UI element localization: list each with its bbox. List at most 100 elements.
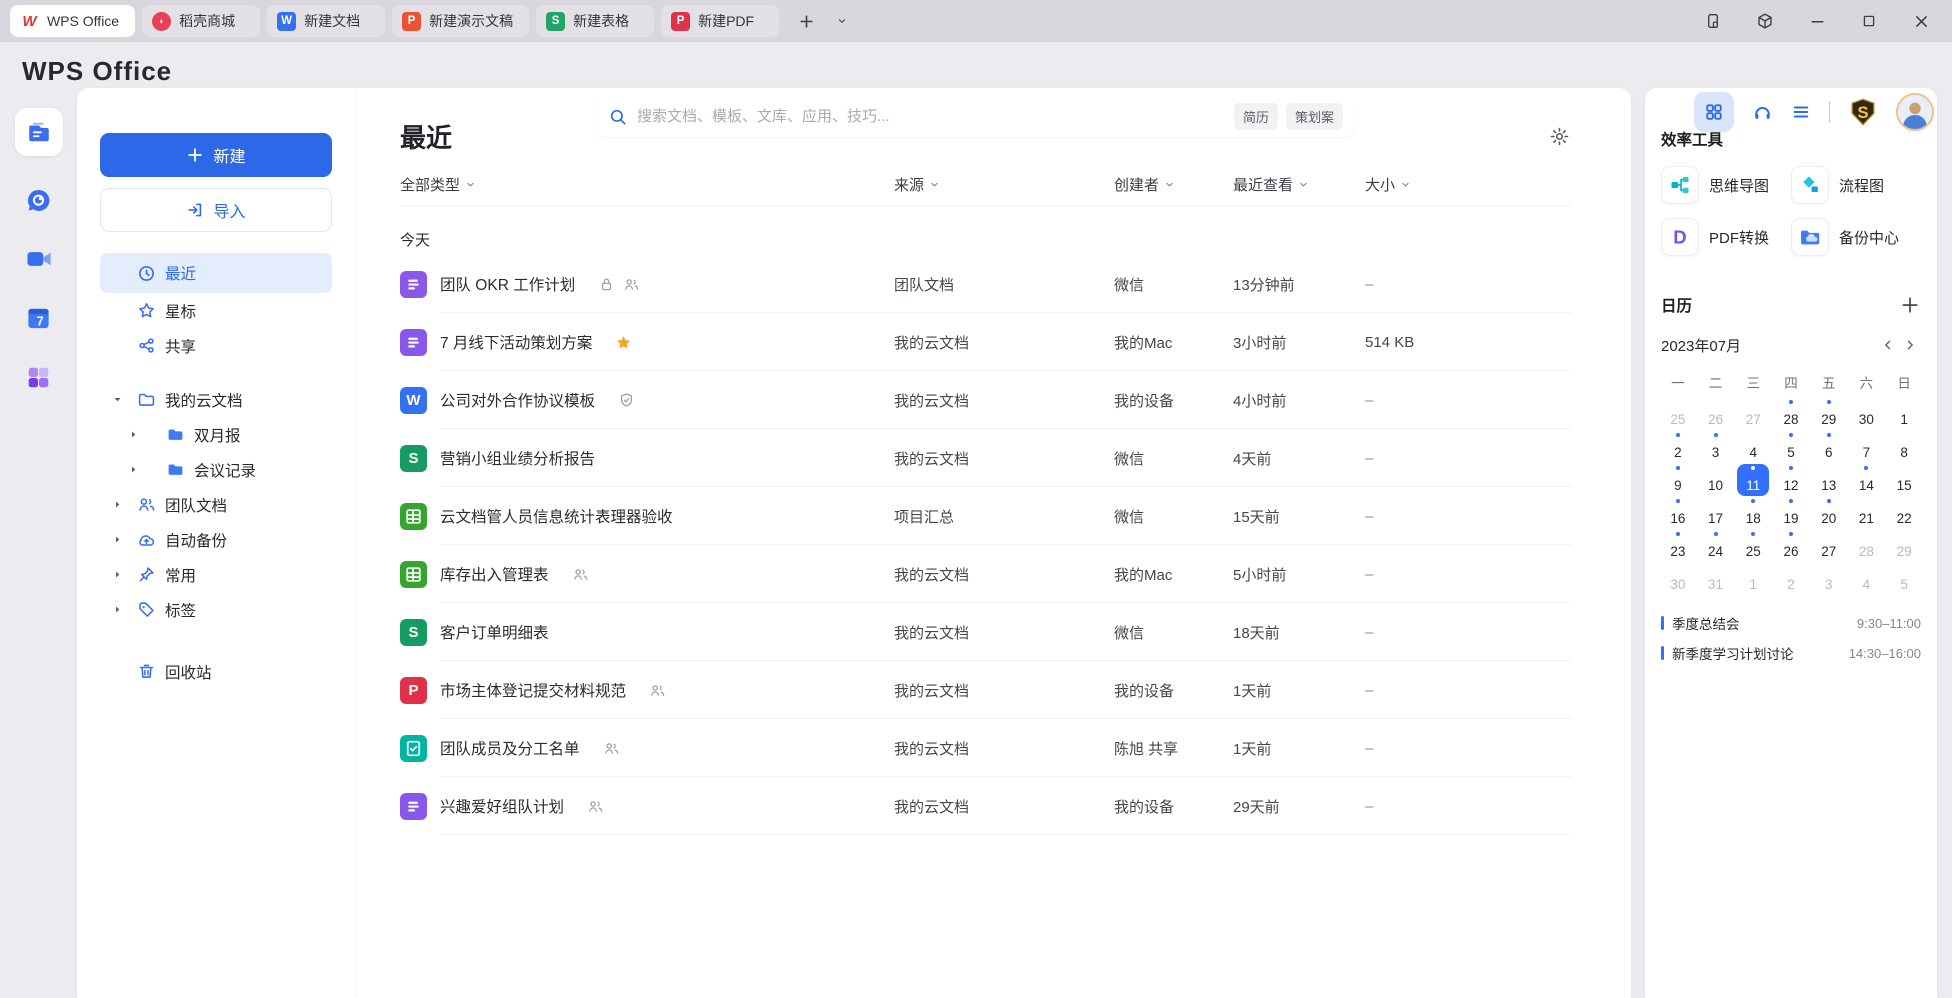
calendar-day[interactable]: 29 bbox=[1810, 398, 1848, 430]
calendar-prev-icon[interactable] bbox=[1877, 334, 1899, 356]
tab-document[interactable]: S新建表格 bbox=[536, 5, 654, 37]
caret-right-icon[interactable] bbox=[112, 569, 136, 580]
calendar-day[interactable]: 4 bbox=[1848, 563, 1886, 595]
filter-0[interactable]: 全部类型 bbox=[400, 174, 894, 195]
filter-1[interactable]: 来源 bbox=[894, 174, 1114, 195]
minimize-icon[interactable] bbox=[1804, 8, 1830, 34]
calendar-day[interactable]: 29 bbox=[1885, 530, 1923, 562]
main-menu-icon[interactable] bbox=[1791, 102, 1811, 122]
calendar-day[interactable]: 14 bbox=[1848, 464, 1886, 496]
caret-down-icon[interactable] bbox=[112, 394, 136, 405]
support-headset-icon[interactable] bbox=[1752, 102, 1773, 123]
calendar-day[interactable]: 18 bbox=[1734, 497, 1772, 529]
calendar-day[interactable]: 1 bbox=[1885, 398, 1923, 430]
calendar-day[interactable]: 28 bbox=[1848, 530, 1886, 562]
calendar-day[interactable]: 30 bbox=[1659, 563, 1697, 595]
calendar-day[interactable]: 13 bbox=[1810, 464, 1848, 496]
filter-2[interactable]: 创建者 bbox=[1114, 174, 1233, 195]
sidebar-item-我的云文档[interactable]: 我的云文档 bbox=[100, 382, 332, 417]
sidebar-item-团队文档[interactable]: 团队文档 bbox=[100, 487, 332, 522]
sidebar-item-回收站[interactable]: 回收站 bbox=[100, 654, 332, 689]
calendar-day[interactable]: 20 bbox=[1810, 497, 1848, 529]
tool-flowchart[interactable]: 流程图 bbox=[1791, 166, 1921, 204]
search-tag[interactable]: 策划案 bbox=[1286, 103, 1343, 130]
tab-home[interactable]: WWPS Office bbox=[10, 5, 135, 37]
caret-right-icon[interactable] bbox=[112, 499, 136, 510]
new-button[interactable]: 新建 bbox=[100, 133, 332, 177]
new-tab-icon[interactable] bbox=[793, 8, 819, 34]
calendar-event[interactable]: 季度总结会9:30–11:00 bbox=[1661, 608, 1921, 638]
tab-document[interactable]: ◗稻壳商城 bbox=[142, 5, 260, 37]
calendar-day[interactable]: 2 bbox=[1659, 431, 1697, 463]
calendar-day[interactable]: 24 bbox=[1697, 530, 1735, 562]
file-row[interactable]: W公司对外合作协议模板我的云文档我的设备4小时前– bbox=[400, 371, 1571, 429]
file-row[interactable]: 7 月线下活动策划方案我的云文档我的Mac3小时前514 KB bbox=[400, 313, 1571, 371]
calendar-day[interactable]: 8 bbox=[1885, 431, 1923, 463]
rail-item-chat[interactable] bbox=[24, 185, 54, 215]
close-icon[interactable] bbox=[1908, 8, 1934, 34]
calendar-day[interactable]: 26 bbox=[1697, 398, 1735, 430]
calendar-day[interactable]: 27 bbox=[1734, 398, 1772, 430]
file-row[interactable]: 云文档管人员信息统计表理器验收项目汇总微信15天前– bbox=[400, 487, 1571, 545]
caret-right-icon[interactable] bbox=[128, 464, 152, 475]
calendar-day[interactable]: 3 bbox=[1810, 563, 1848, 595]
calendar-day[interactable]: 25 bbox=[1734, 530, 1772, 562]
calendar-day[interactable]: 16 bbox=[1659, 497, 1697, 529]
calendar-day[interactable]: 19 bbox=[1772, 497, 1810, 529]
add-event-icon[interactable] bbox=[1899, 294, 1921, 316]
calendar-day[interactable]: 22 bbox=[1885, 497, 1923, 529]
tab-document[interactable]: P新建PDF bbox=[661, 5, 779, 37]
tab-document[interactable]: W新建文档 bbox=[267, 5, 385, 37]
calendar-day[interactable]: 31 bbox=[1697, 563, 1735, 595]
tool-mindmap[interactable]: 思维导图 bbox=[1661, 166, 1791, 204]
rail-item-apps[interactable] bbox=[24, 362, 54, 392]
calendar-day[interactable]: 3 bbox=[1697, 431, 1735, 463]
calendar-day[interactable]: 7 bbox=[1848, 431, 1886, 463]
search-tag[interactable]: 简历 bbox=[1234, 103, 1278, 130]
sidebar-item-最近[interactable]: 最近 bbox=[100, 253, 332, 293]
filter-3[interactable]: 最近查看 bbox=[1233, 174, 1365, 195]
file-row[interactable]: 团队 OKR 工作计划团队文档微信13分钟前– bbox=[400, 255, 1571, 313]
sidebar-item-自动备份[interactable]: 自动备份 bbox=[100, 522, 332, 557]
search-input[interactable] bbox=[637, 108, 1234, 125]
calendar-day[interactable]: 21 bbox=[1848, 497, 1886, 529]
calendar-day[interactable]: 15 bbox=[1885, 464, 1923, 496]
sidebar-item-双月报[interactable]: 双月报 bbox=[100, 417, 332, 452]
calendar-day[interactable]: 28 bbox=[1772, 398, 1810, 430]
calendar-day[interactable]: 10 bbox=[1697, 464, 1735, 496]
avatar[interactable] bbox=[1896, 93, 1934, 131]
caret-right-icon[interactable] bbox=[112, 534, 136, 545]
tab-document[interactable]: P新建演示文稿 bbox=[392, 5, 529, 37]
search-bar[interactable]: 简历策划案 bbox=[595, 96, 1355, 137]
tab-list-chevron-icon[interactable] bbox=[829, 8, 855, 34]
rail-item-meeting[interactable] bbox=[24, 244, 54, 274]
calendar-event[interactable]: 新季度学习计划讨论14:30–16:00 bbox=[1661, 638, 1921, 668]
rail-item-documents[interactable] bbox=[15, 108, 63, 156]
filter-4[interactable]: 大小 bbox=[1365, 174, 1571, 195]
maximize-icon[interactable] bbox=[1856, 8, 1882, 34]
rail-item-calendar[interactable]: 7 bbox=[24, 303, 54, 333]
sidebar-item-会议记录[interactable]: 会议记录 bbox=[100, 452, 332, 487]
calendar-day[interactable]: 30 bbox=[1848, 398, 1886, 430]
sidebar-item-星标[interactable]: 星标 bbox=[100, 293, 332, 328]
member-badge-icon[interactable]: S bbox=[1848, 97, 1878, 127]
calendar-day[interactable]: 4 bbox=[1734, 431, 1772, 463]
file-row[interactable]: 库存出入管理表我的云文档我的Mac5小时前– bbox=[400, 545, 1571, 603]
calendar-day[interactable]: 11 bbox=[1737, 464, 1769, 496]
caret-right-icon[interactable] bbox=[128, 429, 152, 440]
tool-backup-center[interactable]: 备份中心 bbox=[1791, 218, 1921, 256]
calendar-day[interactable]: 27 bbox=[1810, 530, 1848, 562]
calendar-day[interactable]: 5 bbox=[1772, 431, 1810, 463]
tool-pdf-convert[interactable]: DPDF转换 bbox=[1661, 218, 1791, 256]
import-button[interactable]: 导入 bbox=[100, 188, 332, 232]
file-row[interactable]: P市场主体登记提交材料规范我的云文档我的设备1天前– bbox=[400, 661, 1571, 719]
calendar-day[interactable]: 17 bbox=[1697, 497, 1735, 529]
apps-launcher-icon[interactable] bbox=[1694, 92, 1734, 132]
settings-gear-icon[interactable] bbox=[1547, 124, 1571, 148]
file-row[interactable]: 团队成员及分工名单我的云文档陈旭 共享1天前– bbox=[400, 719, 1571, 777]
calendar-day[interactable]: 9 bbox=[1659, 464, 1697, 496]
file-row[interactable]: 兴趣爱好组队计划我的云文档我的设备29天前– bbox=[400, 777, 1571, 835]
sidebar-item-标签[interactable]: 标签 bbox=[100, 592, 332, 627]
calendar-day[interactable]: 6 bbox=[1810, 431, 1848, 463]
calendar-day[interactable]: 5 bbox=[1885, 563, 1923, 595]
